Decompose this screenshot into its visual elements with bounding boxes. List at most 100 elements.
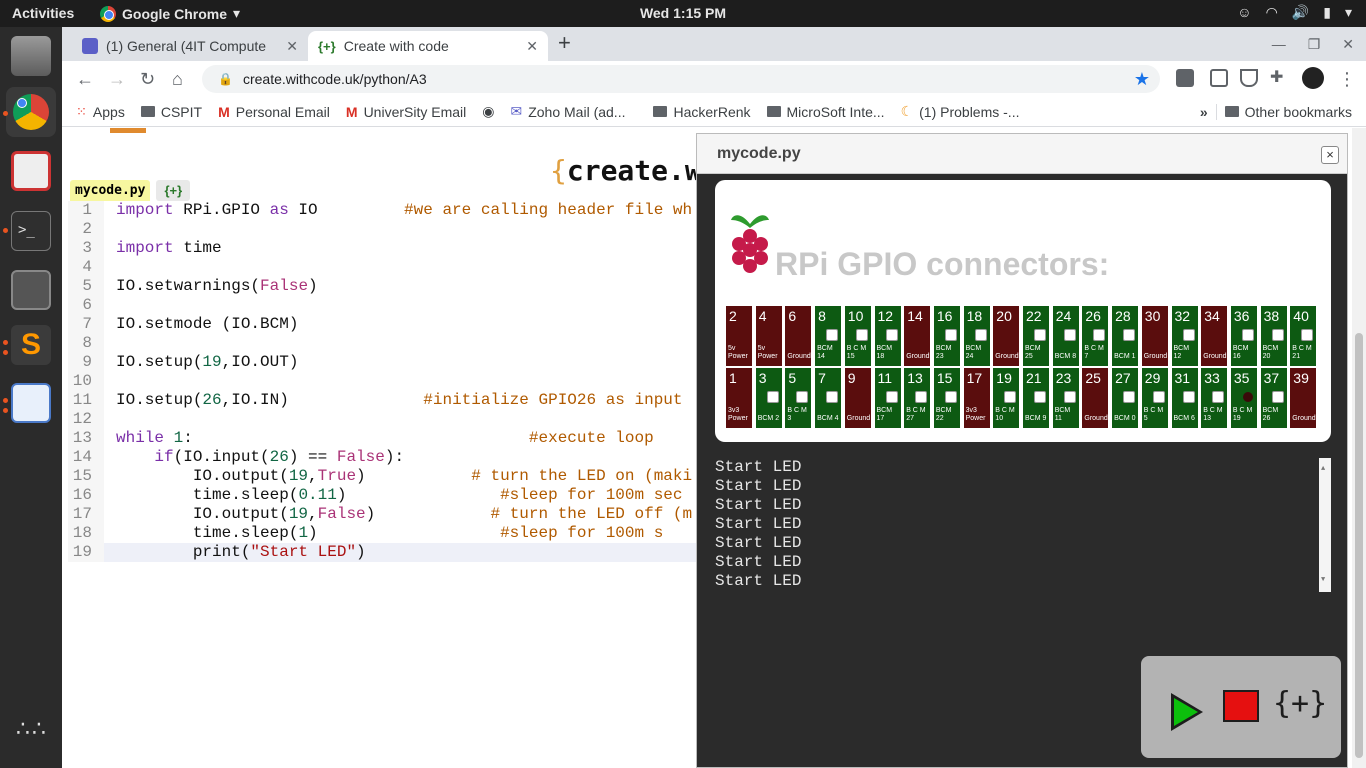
gpio-checkbox[interactable]	[1123, 329, 1136, 341]
code-line[interactable]: 2	[68, 220, 702, 239]
code-editor[interactable]: 1 import RPi.GPIO as IO #we are calling h…	[68, 201, 702, 565]
gpio-pin-22[interactable]: 22 BCM 25	[1023, 306, 1049, 366]
gpio-pin-23[interactable]: 23 BCM 11	[1052, 368, 1079, 428]
gpio-checkbox[interactable]	[1182, 329, 1195, 341]
gpio-checkbox[interactable]	[826, 391, 839, 403]
gpio-pin-33[interactable]: 33 B C M 13	[1201, 368, 1228, 428]
gpio-checkbox[interactable]	[885, 391, 898, 403]
extensions-puzzle-icon[interactable]: ✚	[1270, 67, 1288, 86]
gpio-checkbox[interactable]	[1212, 391, 1225, 403]
gpio-checkbox[interactable]	[1241, 329, 1254, 341]
terminal-icon[interactable]: >_	[11, 211, 51, 251]
code-line[interactable]: 10	[68, 372, 702, 391]
gpio-pin-31[interactable]: 31 BCM 6	[1171, 368, 1198, 428]
code-line[interactable]: 1 import RPi.GPIO as IO #we are calling h…	[68, 201, 702, 220]
power-menu-icon[interactable]: ▾	[1345, 4, 1352, 21]
gpio-checkbox[interactable]	[974, 329, 987, 341]
forward-icon[interactable]: →	[108, 69, 126, 90]
gpio-pin-15[interactable]: 15 BCM 22	[933, 368, 960, 428]
color-picker-icon[interactable]	[1210, 69, 1228, 87]
maximize-icon[interactable]: ❐	[1308, 36, 1321, 53]
gpio-checkbox[interactable]	[1123, 391, 1136, 403]
new-tab-icon[interactable]: +	[558, 30, 571, 56]
bookmark-apps[interactable]: ⁙ Apps	[62, 104, 133, 120]
lock-icon[interactable]: 🔒	[218, 72, 233, 86]
format-button[interactable]: {+}	[1273, 686, 1327, 721]
bookmark-personal-email[interactable]: M Personal Email	[210, 104, 338, 120]
gpio-pin-18[interactable]: 18 BCM 24	[963, 306, 990, 366]
chrome-dock-item[interactable]	[6, 87, 56, 137]
gpio-pin-5[interactable]: 5 B C M 3	[785, 368, 812, 428]
close-window-icon[interactable]: ✕	[1342, 36, 1354, 53]
bookmark-microsoft[interactable]: MicroSoft Inte...	[759, 104, 893, 120]
gpio-checkbox[interactable]	[944, 391, 957, 403]
gpio-pin-28[interactable]: 28 BCM 1	[1112, 306, 1139, 366]
gpio-checkbox[interactable]	[944, 329, 957, 341]
close-tab-icon[interactable]: ✕	[526, 38, 538, 55]
gpio-pin-10[interactable]: 10 B C M 15	[844, 306, 871, 366]
code-line[interactable]: 14 if(IO.input(26) == False):	[68, 448, 702, 467]
gpio-checkbox[interactable]	[1152, 391, 1165, 403]
code-line[interactable]: 17 IO.output(19,False) # turn the LED of…	[68, 505, 702, 524]
activities-button[interactable]: Activities	[12, 5, 74, 21]
gpio-pin-29[interactable]: 29 B C M 5	[1141, 368, 1168, 428]
gpio-pin-8[interactable]: 8 BCM 14	[815, 306, 842, 366]
app-menu[interactable]: Google Chrome ▾	[100, 5, 240, 22]
console-scrollbar[interactable]	[1319, 458, 1331, 592]
add-file-tab-icon[interactable]: {+}	[156, 180, 191, 201]
gpio-pin-13[interactable]: 13 B C M 27	[904, 368, 931, 428]
gpio-pin-26[interactable]: 26 B C M 7	[1082, 306, 1109, 366]
gpio-checkbox[interactable]	[1271, 391, 1284, 403]
bookmark-globe[interactable]: ◉	[474, 103, 502, 120]
gpio-pin-27[interactable]: 27 BCM 0	[1112, 368, 1139, 428]
show-applications-icon[interactable]: ∴∴	[16, 718, 46, 754]
back-icon[interactable]: ←	[76, 69, 94, 90]
gpio-pin-16[interactable]: 16 BCM 23	[933, 306, 960, 366]
bookmark-other[interactable]: Other bookmarks	[1215, 103, 1366, 120]
gpio-checkbox[interactable]	[1093, 329, 1106, 341]
gpio-checkbox[interactable]	[1034, 391, 1046, 403]
code-line[interactable]: 8	[68, 334, 702, 353]
gpio-pin-40[interactable]: 40 B C M 21	[1290, 306, 1317, 366]
calculator-icon[interactable]	[11, 270, 51, 310]
gpio-checkbox[interactable]	[1034, 329, 1046, 341]
files-icon[interactable]	[11, 36, 51, 76]
stop-button[interactable]	[1223, 690, 1259, 722]
gpio-checkbox[interactable]	[1182, 391, 1195, 403]
file-tab-mycode[interactable]: mycode.py	[70, 180, 151, 201]
code-line[interactable]: 5 IO.setwarnings(False)	[68, 277, 702, 296]
bookmark-problems[interactable]: ☾ (1) Problems -...	[893, 103, 1028, 120]
bookmark-hackerrank[interactable]: HackerRenk	[633, 104, 758, 120]
gpio-checkbox[interactable]	[1063, 391, 1076, 403]
bookmark-cspit[interactable]: CSPIT	[133, 104, 210, 120]
code-line[interactable]: 6	[68, 296, 702, 315]
code-line[interactable]: 15 IO.output(19,True) # turn the LED on …	[68, 467, 702, 486]
code-line[interactable]: 16 time.sleep(0.11) #sleep for 100m sec	[68, 486, 702, 505]
reload-icon[interactable]: ↻	[140, 69, 155, 90]
code-line[interactable]: 12	[68, 410, 702, 429]
gpio-checkbox[interactable]	[1004, 391, 1017, 403]
image-viewer-icon[interactable]	[11, 383, 51, 423]
gpio-pin-3[interactable]: 3 BCM 2	[755, 368, 782, 428]
gpio-pin-37[interactable]: 37 BCM 26	[1260, 368, 1287, 428]
gpio-checkbox[interactable]	[1301, 329, 1314, 341]
bookmark-star-icon[interactable]: ★	[1134, 69, 1150, 90]
pocket-icon[interactable]	[1240, 69, 1258, 87]
code-line[interactable]: 3 import time	[68, 239, 702, 258]
gpio-checkbox[interactable]	[1271, 329, 1284, 341]
home-icon[interactable]: ⌂	[172, 69, 183, 90]
system-tray[interactable]: ☺ ◠ 🔊 ▮ ▾	[1237, 4, 1352, 21]
code-line[interactable]: 9 IO.setup(19,IO.OUT)	[68, 353, 702, 372]
sublime-text-icon[interactable]: S	[11, 325, 51, 365]
gpio-checkbox[interactable]	[885, 329, 898, 341]
close-output-button[interactable]: ×	[1321, 146, 1339, 164]
accessibility-icon[interactable]: ☺	[1237, 4, 1251, 21]
code-line[interactable]: 18 time.sleep(1) #sleep for 100m s	[68, 524, 702, 543]
minimize-icon[interactable]: —	[1272, 36, 1286, 53]
gpio-pin-12[interactable]: 12 BCM 18	[874, 306, 901, 366]
gpio-pin-24[interactable]: 24 BCM 8	[1052, 306, 1079, 366]
code-line[interactable]: 7 IO.setmode (IO.BCM)	[68, 315, 702, 334]
gpio-checkbox[interactable]	[1063, 329, 1076, 341]
tab-teams[interactable]: (1) General (4IT Computer ✕	[72, 31, 308, 61]
gpio-checkbox[interactable]	[826, 329, 839, 341]
